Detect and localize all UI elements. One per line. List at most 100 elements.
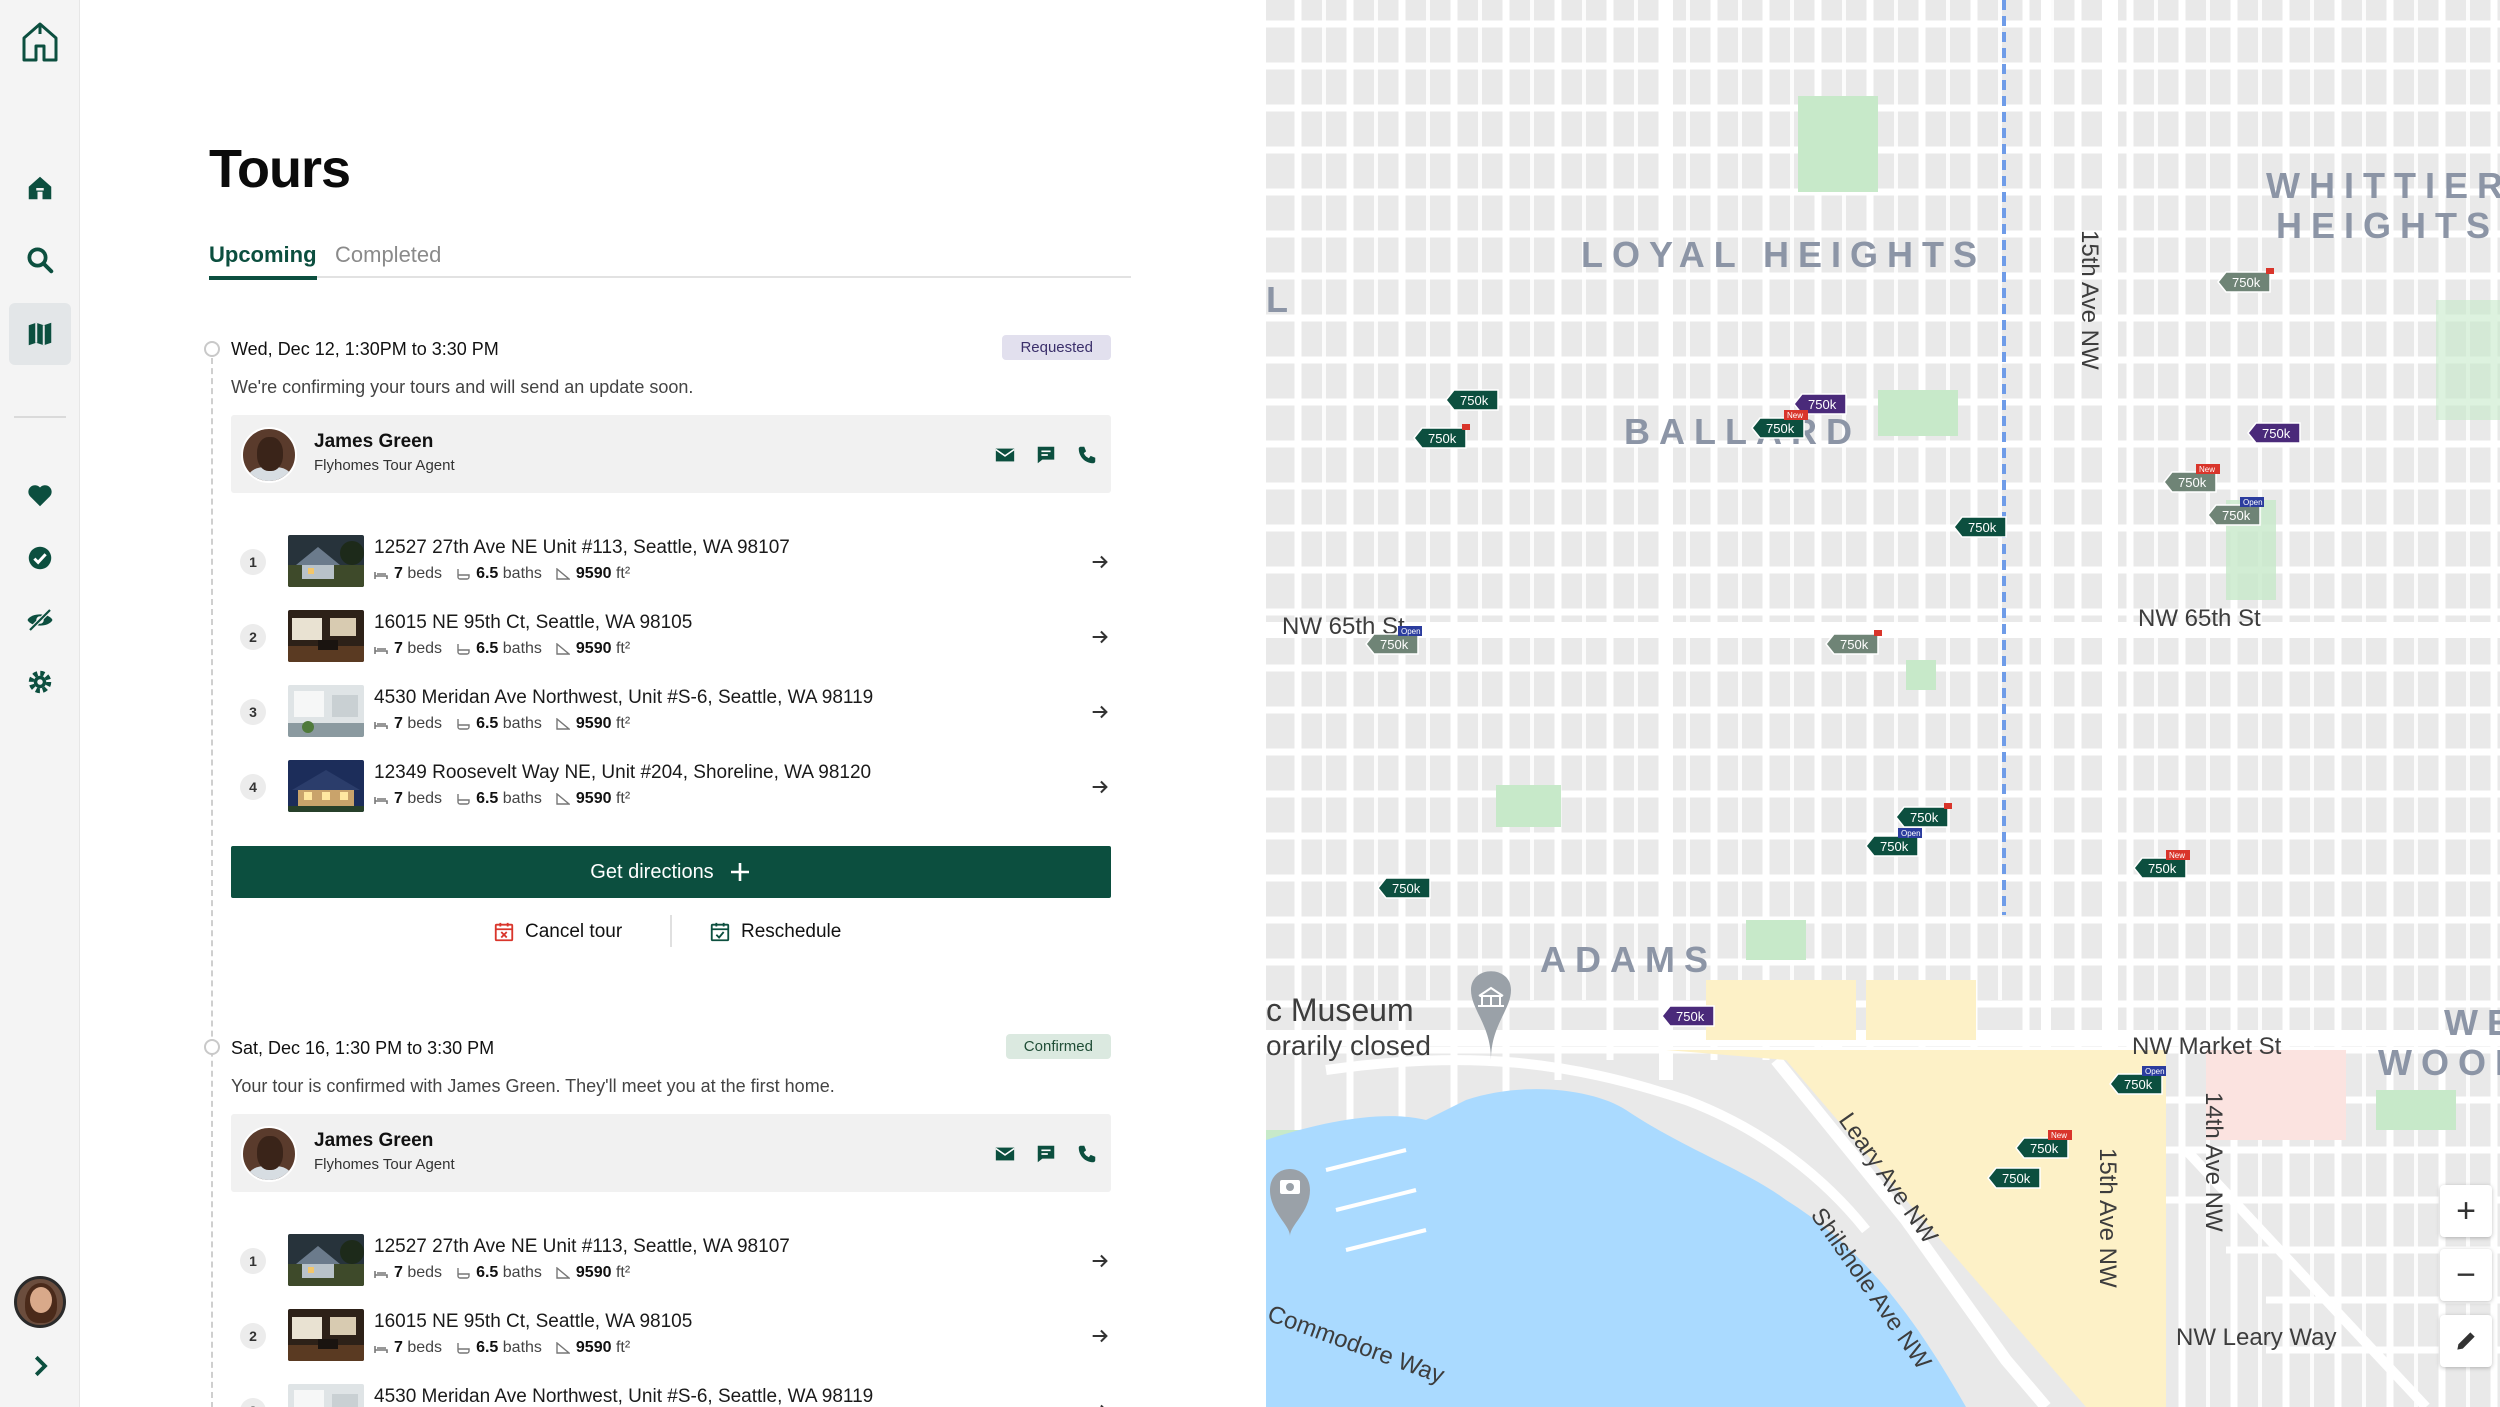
beds-value: 7: [394, 715, 403, 732]
sqft-value: 9590: [575, 715, 612, 732]
chat-icon[interactable]: [1032, 441, 1060, 469]
arrow-right-icon[interactable]: [1089, 776, 1111, 798]
neighborhood-label: HEIGHTS: [2276, 205, 2499, 246]
house-outline-logo-icon[interactable]: [18, 18, 62, 66]
price-pin-label: 750k: [2148, 861, 2177, 876]
beds-label: beds: [407, 715, 443, 732]
list-item[interactable]: 1 12527 27th Ave NE Unit #113, Seattle, …: [231, 1234, 1111, 1294]
price-pin-label: 750k: [2124, 1077, 2153, 1092]
draw-pencil-button[interactable]: [2440, 1315, 2492, 1367]
zoom-in-button[interactable]: +: [2440, 1185, 2492, 1237]
sqft-unit: ft²: [615, 640, 631, 657]
price-pin[interactable]: 750k: [1377, 877, 1431, 899]
home-address: 12527 27th Ave NE Unit #113, Seattle, WA…: [374, 1236, 790, 1257]
list-item[interactable]: 3 4530 Meridan Ave Northwest, Unit #S-6,…: [231, 685, 1111, 745]
baths-value: 6.5: [476, 565, 499, 582]
home-specs: 7 beds 6.5 baths 9590 ft²: [374, 1264, 630, 1282]
home-specs: 7 beds 6.5 baths 9590 ft²: [374, 790, 630, 808]
price-pin[interactable]: 750k: [1445, 389, 1499, 411]
home-photo: [288, 535, 364, 587]
chevron-right-icon[interactable]: [20, 1346, 60, 1386]
price-pin-label: 750k: [2002, 1171, 2031, 1186]
price-pin[interactable]: 750k: [1413, 424, 1470, 449]
price-pin[interactable]: 750k: [1987, 1167, 2041, 1189]
check-circle-icon[interactable]: [20, 538, 60, 578]
timeline-dot: [204, 1039, 220, 1055]
beds-label: beds: [407, 790, 443, 807]
reschedule-button[interactable]: Reschedule: [709, 921, 841, 943]
agent-role: Flyhomes Tour Agent: [314, 457, 455, 474]
email-icon[interactable]: [991, 1140, 1019, 1168]
price-pin-label: 750k: [1840, 637, 1869, 652]
agent-avatar: [241, 1126, 297, 1182]
beds-value: 7: [394, 565, 403, 582]
baths-value: 6.5: [476, 1264, 499, 1281]
cancel-tour-button[interactable]: Cancel tour: [493, 921, 622, 943]
list-item[interactable]: 4 12349 Roosevelt Way NE, Unit #204, Sho…: [231, 760, 1111, 820]
gear-icon[interactable]: [20, 662, 60, 702]
price-pin-label: 750k: [2222, 508, 2251, 523]
app-root: Tours Upcoming Completed Wed, Dec 12, 1:…: [0, 0, 2500, 1407]
heart-icon[interactable]: [20, 475, 60, 515]
price-pin[interactable]: 750k: [2247, 422, 2301, 444]
price-pin-label: 750k: [1968, 520, 1997, 535]
sqft-unit: ft²: [615, 1264, 631, 1281]
beds-value: 7: [394, 790, 403, 807]
list-item[interactable]: 3 4530 Meridan Ave Northwest, Unit #S-6,…: [231, 1384, 1111, 1407]
plus-icon: [730, 863, 749, 881]
price-pin-label: 750k: [1766, 421, 1795, 436]
search-icon[interactable]: [20, 240, 60, 280]
map-view[interactable]: LOYAL HEIGHTS WHITTIER HEIGHTS BALLARD A…: [1266, 0, 2500, 1407]
new-tag-label: New: [2169, 851, 2185, 860]
get-directions-button[interactable]: Get directions: [231, 846, 1111, 898]
beds-label: beds: [407, 1264, 443, 1281]
open-tag-label: Open: [1901, 829, 1921, 838]
zoom-out-button[interactable]: −: [2440, 1249, 2492, 1301]
sqft-value: 9590: [575, 640, 612, 657]
price-pin[interactable]: 750k: [1895, 803, 1952, 828]
price-pin[interactable]: 750k: [1825, 630, 1882, 655]
eye-off-icon[interactable]: [20, 600, 60, 640]
phone-icon[interactable]: [1073, 441, 1101, 469]
home-address: 4530 Meridan Ave Northwest, Unit #S-6, S…: [374, 687, 874, 708]
user-avatar[interactable]: [14, 1276, 66, 1328]
list-item[interactable]: 2 16015 NE 95th Ct, Seattle, WA 98105 7 …: [231, 610, 1111, 670]
area-icon: [556, 642, 570, 655]
list-item[interactable]: 1 12527 27th Ave NE Unit #113, Seattle, …: [231, 535, 1111, 595]
arrow-right-icon[interactable]: [1089, 1250, 1111, 1272]
status-badge: Requested: [1002, 335, 1111, 360]
tab-completed[interactable]: Completed: [335, 242, 441, 268]
tab-upcoming[interactable]: Upcoming: [209, 242, 317, 280]
neighborhood-label: L: [1266, 279, 1297, 320]
arrow-right-icon[interactable]: [1089, 1325, 1111, 1347]
chat-icon[interactable]: [1032, 1140, 1060, 1168]
price-pin-label: 750k: [1380, 637, 1409, 652]
baths-value: 6.5: [476, 715, 499, 732]
sqft-unit: ft²: [615, 715, 631, 732]
email-icon[interactable]: [991, 441, 1019, 469]
price-pin[interactable]: 750k: [1953, 516, 2007, 538]
price-pin-flag: [1462, 424, 1470, 430]
home-photo: [288, 1309, 364, 1361]
arrow-right-icon[interactable]: [1089, 551, 1111, 573]
phone-icon[interactable]: [1073, 1140, 1101, 1168]
home-number: 3: [240, 699, 266, 725]
neighborhood-label: ADAMS: [1540, 939, 1717, 980]
new-tag-label: New: [2051, 1131, 2067, 1140]
list-item[interactable]: 2 16015 NE 95th Ct, Seattle, WA 98105 7 …: [231, 1309, 1111, 1369]
home-icon[interactable]: [20, 168, 60, 208]
arrow-right-icon[interactable]: [1089, 701, 1111, 723]
price-pin[interactable]: 750k: [2217, 268, 2274, 293]
price-pin-label: 750k: [1428, 431, 1457, 446]
area-icon: [556, 1341, 570, 1354]
map-icon[interactable]: [20, 314, 60, 354]
arrow-right-icon[interactable]: [1089, 1400, 1111, 1407]
price-pin-label: 750k: [1808, 397, 1837, 412]
price-pin[interactable]: 750k: [1661, 1005, 1715, 1027]
sqft-value: 9590: [575, 1339, 612, 1356]
home-specs: 7 beds 6.5 baths 9590 ft²: [374, 565, 630, 583]
map-canvas[interactable]: LOYAL HEIGHTS WHITTIER HEIGHTS BALLARD A…: [1266, 0, 2500, 1407]
arrow-right-icon[interactable]: [1089, 626, 1111, 648]
street-label: NW Leary Way: [2176, 1324, 2336, 1351]
sqft-value: 9590: [575, 565, 612, 582]
